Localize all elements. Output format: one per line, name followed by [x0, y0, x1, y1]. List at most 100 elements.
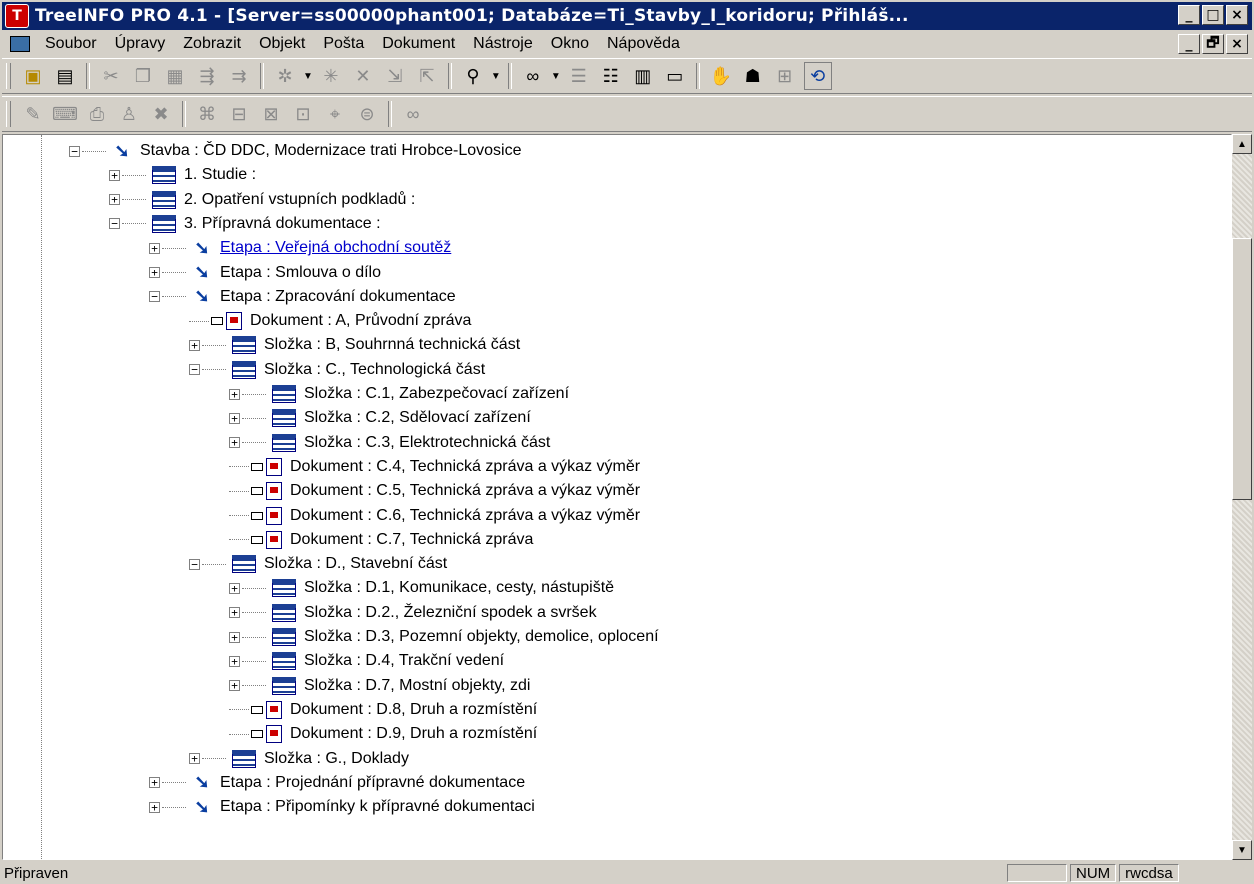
grid-icon[interactable]: ▥ — [630, 63, 656, 89]
tree-node[interactable]: + Složka : B, Souhrnná technická část — [189, 333, 520, 357]
tree-node-label[interactable]: Složka : C.3, Elektrotechnická část — [304, 434, 550, 452]
delete-icon[interactable]: ✕ — [350, 63, 376, 89]
tree-node-label[interactable]: Složka : B, Souhrnná technická část — [264, 336, 520, 354]
expand-icon[interactable]: + — [149, 267, 160, 278]
tree-node[interactable]: + ➘ Etapa : Smlouva o dílo — [149, 261, 381, 285]
tree-node[interactable]: + Složka : D.7, Mostní objekty, zdi — [229, 674, 530, 698]
tree-node-label[interactable]: Etapa : Projednání přípravné dokumentace — [220, 774, 525, 792]
sparkle-alt-icon[interactable]: ✳ — [318, 63, 344, 89]
tool-d-icon[interactable]: ⊡ — [290, 101, 316, 127]
tree-node[interactable]: + Složka : D.3, Pozemní objekty, demolice… — [229, 625, 659, 649]
toolbar-grip-2[interactable] — [6, 101, 11, 127]
menu-napoveda[interactable]: Nápověda — [598, 35, 689, 53]
view-2-icon[interactable]: ∞ — [400, 101, 426, 127]
menu-posta[interactable]: Pošta — [314, 35, 373, 53]
vertical-scrollbar[interactable]: ▲ ▼ — [1232, 134, 1252, 860]
menu-objekt[interactable]: Objekt — [250, 35, 314, 53]
tool-a-icon[interactable]: ⌘ — [194, 101, 220, 127]
tree-node[interactable]: + Složka : C.2, Sdělovací zařízení — [229, 406, 531, 430]
expand-icon[interactable]: + — [229, 680, 240, 692]
tree-node[interactable]: + Složka : G., Doklady — [189, 747, 409, 771]
remove-icon[interactable]: ✖ — [148, 101, 174, 127]
tree-node[interactable]: Dokument : C.5, Technická zpráva a výkaz… — [229, 479, 640, 503]
tree-node-label[interactable]: Dokument : A, Průvodní zpráva — [250, 312, 471, 330]
details-icon[interactable]: ☷ — [598, 63, 624, 89]
scroll-up-button[interactable]: ▲ — [1232, 134, 1252, 154]
tree-node-label[interactable]: 1. Studie : — [184, 166, 256, 184]
expand-icon[interactable]: + — [229, 388, 240, 400]
tree-node-label[interactable]: Dokument : C.5, Technická zpráva a výkaz… — [290, 482, 640, 500]
copy-icon[interactable]: ❐ — [130, 63, 156, 89]
tree-node-label[interactable]: Složka : G., Doklady — [264, 750, 409, 768]
tree-node-label[interactable]: Stavba : ČD DDC, Modernizace trati Hrobc… — [140, 142, 521, 160]
tree-node[interactable]: Dokument : C.4, Technická zpráva a výkaz… — [229, 455, 640, 479]
properties-icon[interactable]: ▤ — [52, 63, 78, 89]
collapse-icon[interactable]: − — [69, 145, 80, 157]
expand-icon[interactable]: + — [189, 339, 200, 351]
tree-node-label[interactable]: Etapa : Připomínky k přípravné dokumenta… — [220, 798, 535, 816]
list-icon[interactable]: ☰ — [566, 63, 592, 89]
user-icon[interactable]: ♙ — [116, 101, 142, 127]
doc-close-button[interactable]: × — [1226, 34, 1248, 54]
view-icon[interactable]: ∞ — [520, 63, 546, 89]
network-icon[interactable]: ⊞ — [772, 63, 798, 89]
tree-node-label[interactable]: Dokument : C.7, Technická zpráva — [290, 531, 533, 549]
collapse-icon[interactable]: − — [109, 218, 120, 230]
tree-node-label[interactable]: Dokument : C.4, Technická zpráva a výkaz… — [290, 458, 640, 476]
doc-restore-button[interactable]: 🗗 — [1202, 34, 1224, 54]
move-icon[interactable]: ⇶ — [194, 63, 220, 89]
tree-node[interactable]: − Složka : D., Stavební část — [189, 552, 447, 576]
tree-node-label[interactable]: Složka : C., Technologická část — [264, 361, 485, 379]
tree-node[interactable]: Dokument : D.8, Druh a rozmístění — [229, 698, 537, 722]
tree-node-label[interactable]: Etapa : Veřejná obchodní soutěž — [220, 239, 451, 257]
menu-soubor[interactable]: Soubor — [36, 35, 106, 53]
expand-icon[interactable]: + — [229, 631, 240, 643]
sparkle-icon[interactable]: ✲ — [272, 63, 298, 89]
tree-node-label[interactable]: Etapa : Zpracování dokumentace — [220, 288, 456, 306]
tree-node[interactable]: Dokument : A, Průvodní zpráva — [189, 309, 471, 333]
expand-icon[interactable]: + — [149, 801, 160, 813]
tree-node-label[interactable]: Etapa : Smlouva o dílo — [220, 264, 381, 282]
doc-minimize-button[interactable]: _ — [1178, 34, 1200, 54]
tree-node[interactable]: + Složka : D.2., Železniční spodek a svrš… — [229, 601, 597, 625]
expand-icon[interactable]: + — [189, 753, 200, 764]
keyboard-icon[interactable]: ⌨ — [52, 101, 78, 127]
tree-node[interactable]: Dokument : C.7, Technická zpráva — [229, 528, 533, 552]
menu-okno[interactable]: Okno — [542, 35, 598, 53]
tree-view[interactable]: − ➘ Stavba : ČD DDC, Modernizace trati Hro… — [2, 134, 1232, 860]
menu-zobrazit[interactable]: Zobrazit — [174, 35, 250, 53]
tree-node-label[interactable]: Složka : C.1, Zabezpečovací zařízení — [304, 385, 569, 403]
document-window-icon[interactable] — [10, 36, 30, 52]
expand-icon[interactable]: + — [229, 607, 240, 619]
tree-node-label[interactable]: Složka : D.2., Železniční spodek a svrše… — [304, 604, 597, 622]
tree-node-label[interactable]: Dokument : D.8, Druh a rozmístění — [290, 701, 537, 719]
close-button[interactable]: × — [1226, 5, 1248, 25]
tool-b-icon[interactable]: ⊟ — [226, 101, 252, 127]
expand-icon[interactable]: + — [149, 242, 160, 254]
tree-node-label[interactable]: Dokument : D.9, Druh a rozmístění — [290, 725, 537, 743]
tree-node[interactable]: + Složka : C.3, Elektrotechnická část — [229, 431, 550, 455]
toolbar-grip[interactable] — [6, 63, 11, 89]
tree-node[interactable]: + ➘ Etapa : Projednání přípravné dokumenta… — [149, 771, 525, 795]
tree-node[interactable]: + ➘ Etapa : Veřejná obchodní soutěž — [149, 236, 451, 260]
menu-dokument[interactable]: Dokument — [373, 35, 464, 53]
print-icon[interactable]: ⎙ — [84, 101, 110, 127]
app-icon[interactable]: T — [5, 4, 29, 28]
scroll-thumb[interactable] — [1232, 238, 1252, 500]
link-icon[interactable]: ⇉ — [226, 63, 252, 89]
tool-c-icon[interactable]: ⊠ — [258, 101, 284, 127]
collapse-icon[interactable]: − — [149, 291, 160, 303]
tree-node[interactable]: − ➘ Stavba : ČD DDC, Modernizace trati Hro… — [69, 139, 521, 163]
expand-icon[interactable]: + — [229, 655, 240, 667]
expand-icon[interactable]: + — [149, 777, 160, 789]
tree-node-label[interactable]: Dokument : C.6, Technická zpráva a výkaz… — [290, 507, 640, 525]
expand-icon[interactable]: + — [229, 412, 240, 424]
tool-f-icon[interactable]: ⊜ — [354, 101, 380, 127]
tool-e-icon[interactable]: ⌖ — [322, 101, 348, 127]
tree-node[interactable]: +1. Studie : — [109, 163, 256, 187]
tree-node-label[interactable]: Složka : C.2, Sdělovací zařízení — [304, 409, 531, 427]
tree-node-label[interactable]: Složka : D.1, Komunikace, cesty, nástupi… — [304, 579, 614, 597]
maximize-button[interactable]: □ — [1202, 5, 1224, 25]
collapse-icon[interactable]: − — [189, 364, 200, 376]
tree-node-label[interactable]: Složka : D.4, Trakční vedení — [304, 652, 504, 670]
